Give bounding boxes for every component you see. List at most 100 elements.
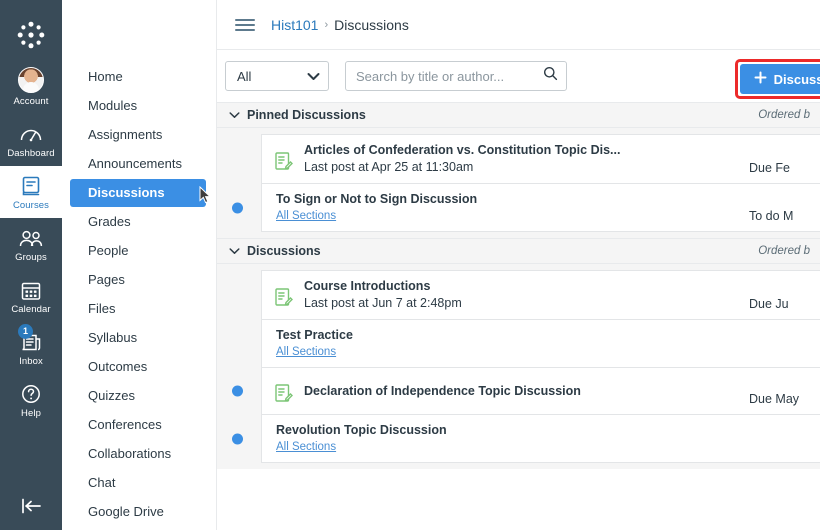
rail-item-label: Groups	[15, 252, 47, 263]
course-nav-item-conferences[interactable]: Conferences	[70, 411, 206, 439]
group-ordered-note: Ordered b	[758, 245, 810, 257]
course-nav-item-home[interactable]: Home	[70, 63, 206, 91]
discussion-todo-date: To do M	[749, 209, 794, 223]
course-nav-item-modules[interactable]: Modules	[70, 92, 206, 120]
chevron-down-icon[interactable]	[229, 244, 240, 258]
course-nav-item-outcomes[interactable]: Outcomes	[70, 353, 206, 381]
graded-discussion-icon	[262, 368, 304, 414]
discussion-title[interactable]: Articles of Confederation vs. Constituti…	[304, 142, 749, 159]
main-content: Hist101 › Discussions All Search by titl…	[217, 0, 820, 530]
discussion-due-date	[749, 320, 820, 367]
discussion-due-date	[749, 415, 820, 462]
course-nav-item-collaborations[interactable]: Collaborations	[70, 440, 206, 468]
group-pinned-discussions: Pinned Discussions Ordered b Articles of…	[217, 102, 820, 238]
course-nav-item-grades[interactable]: Grades	[70, 208, 206, 236]
rail-item-groups[interactable]: Groups	[0, 218, 62, 270]
course-nav-item-people[interactable]: People	[70, 237, 206, 265]
mouse-cursor	[199, 185, 212, 209]
rail-item-help[interactable]: Help	[0, 374, 62, 426]
course-nav-item-quizzes[interactable]: Quizzes	[70, 382, 206, 410]
calendar-icon	[20, 275, 42, 301]
course-nav-item-assignments[interactable]: Assignments	[70, 121, 206, 149]
canvas-discussions-page: Account Dashboard Courses Groups Calenda…	[0, 0, 820, 530]
course-nav-item-chat[interactable]: Chat	[70, 469, 206, 497]
discussion-sections-link[interactable]: All Sections	[276, 439, 749, 455]
table-row[interactable]: Revolution Topic Discussion All Sections	[232, 415, 820, 463]
discussion-title[interactable]: Course Introductions	[304, 278, 749, 295]
avatar-icon	[18, 67, 44, 93]
chevron-down-icon[interactable]	[229, 108, 240, 122]
global-navigation-rail: Account Dashboard Courses Groups Calenda…	[0, 0, 62, 530]
table-row[interactable]: Course Introductions Last post at Jun 7 …	[261, 270, 820, 320]
table-row[interactable]: To Sign or Not to Sign Discussion All Se…	[232, 184, 820, 232]
table-row[interactable]: Articles of Confederation vs. Constituti…	[261, 134, 820, 184]
breadcrumb-current: Discussions	[334, 16, 409, 33]
rail-item-account[interactable]: Account	[0, 62, 62, 114]
discussion-sections-link[interactable]: All Sections	[276, 344, 749, 360]
discussion-title[interactable]: Declaration of Independence Topic Discus…	[304, 383, 749, 400]
course-navigation: Home Modules Assignments Announcements D…	[62, 0, 217, 530]
table-row[interactable]: Declaration of Independence Topic Discus…	[232, 368, 820, 415]
hamburger-menu-icon[interactable]	[235, 18, 255, 31]
breadcrumb: Hist101 › Discussions	[271, 17, 409, 33]
discussion-last-post: Last post at Apr 25 at 11:30am	[304, 160, 474, 174]
groups-icon	[18, 223, 44, 249]
add-discussion-label: Discussion	[773, 71, 820, 87]
add-discussion-highlight: Discussion	[734, 59, 820, 99]
group-header[interactable]: Discussions Ordered b	[217, 238, 820, 264]
graded-discussion-icon	[262, 271, 304, 319]
rail-item-calendar[interactable]: Calendar	[0, 270, 62, 322]
canvas-logo[interactable]	[0, 8, 62, 62]
unread-indicator-dot[interactable]	[232, 202, 243, 213]
group-ordered-note: Ordered b	[758, 109, 810, 121]
group-header[interactable]: Pinned Discussions Ordered b	[217, 102, 820, 128]
discussion-due-date: Due May	[749, 392, 800, 406]
rail-item-inbox[interactable]: 1 Inbox	[0, 322, 62, 374]
course-nav-item-files[interactable]: Files	[70, 295, 206, 323]
rail-item-label: Dashboard	[7, 148, 55, 159]
course-nav-item-syllabus[interactable]: Syllabus	[70, 324, 206, 352]
discussion-title[interactable]: Test Practice	[276, 327, 749, 344]
graded-discussion-icon	[262, 135, 304, 183]
rail-item-dashboard[interactable]: Dashboard	[0, 114, 62, 166]
table-row[interactable]: Test Practice All Sections	[261, 320, 820, 368]
rail-item-courses[interactable]: Courses	[0, 166, 62, 218]
rail-item-label: Calendar	[11, 304, 51, 315]
course-nav-item-google-drive[interactable]: Google Drive	[70, 498, 206, 526]
dashboard-icon	[19, 119, 43, 145]
group-title: Discussions	[247, 244, 321, 258]
search-field[interactable]	[345, 61, 567, 91]
search-icon[interactable]	[543, 66, 558, 86]
group-discussions: Discussions Ordered b Course Introductio…	[217, 238, 820, 469]
unread-indicator-dot[interactable]	[232, 385, 243, 397]
rail-item-label: Courses	[12, 200, 50, 211]
top-bar: Hist101 › Discussions	[217, 0, 820, 50]
filter-select[interactable]: All	[225, 61, 329, 91]
search-input[interactable]	[356, 68, 543, 84]
discussion-title[interactable]: Revolution Topic Discussion	[276, 422, 749, 439]
rail-item-label: Account	[13, 96, 49, 107]
rail-item-label: Inbox	[19, 356, 43, 367]
rail-item-label: Help	[21, 408, 41, 419]
add-discussion-button[interactable]: Discussion	[739, 64, 820, 94]
collapse-arrow-icon[interactable]	[0, 496, 62, 516]
course-nav-item-pages[interactable]: Pages	[70, 266, 206, 294]
breadcrumb-course-link[interactable]: Hist101	[271, 17, 318, 33]
discussion-sections-link[interactable]: All Sections	[276, 208, 749, 224]
course-nav-item-announcements[interactable]: Announcements	[70, 150, 206, 178]
courses-icon	[20, 171, 42, 197]
discussions-toolbar: All Search by title or author... Discuss	[217, 50, 820, 102]
breadcrumb-separator: ›	[324, 18, 329, 31]
course-nav-item-discussions[interactable]: Discussions	[70, 179, 206, 207]
chevron-down-icon	[307, 69, 320, 84]
inbox-unread-badge: 1	[18, 324, 33, 339]
inbox-icon: 1	[18, 324, 42, 353]
discussion-due-date: Due Fe	[749, 161, 790, 175]
help-icon	[20, 379, 42, 405]
discussion-title[interactable]: To Sign or Not to Sign Discussion	[276, 191, 749, 208]
discussions-list: Pinned Discussions Ordered b Articles of…	[217, 102, 820, 530]
unread-indicator-dot[interactable]	[232, 433, 243, 444]
plus-icon	[754, 71, 767, 87]
discussion-due-date: Due Ju	[749, 297, 789, 311]
filter-select-value: All	[237, 68, 252, 84]
